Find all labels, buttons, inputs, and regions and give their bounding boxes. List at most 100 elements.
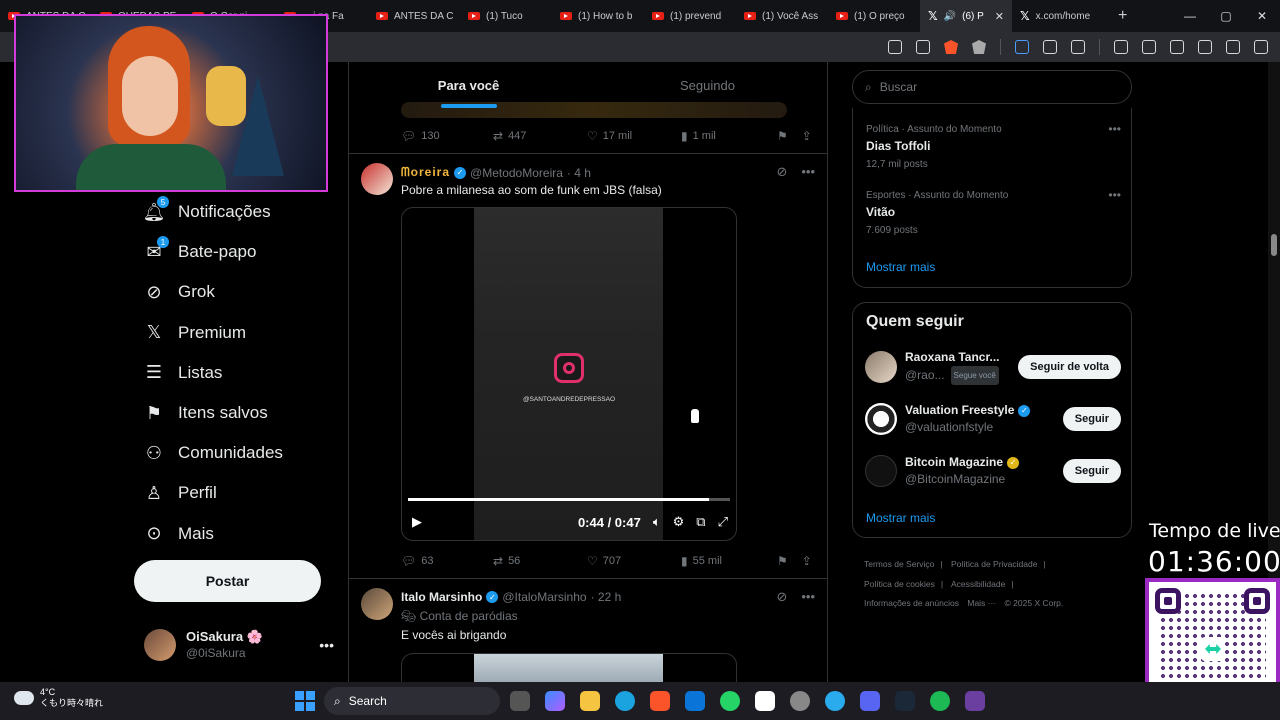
- play-icon[interactable]: ▶: [412, 514, 422, 530]
- show-more-trends-link[interactable]: Mostrar mais: [866, 260, 935, 274]
- tab-for-you[interactable]: Para você: [349, 62, 588, 108]
- views-button[interactable]: ▮ 55 mil: [681, 554, 777, 568]
- browser-tab[interactable]: (1) Você Ass: [736, 0, 828, 32]
- scrollbar-thumb[interactable]: [1271, 234, 1277, 256]
- browser-tab-active[interactable]: 𝕏 🔊 (6) P ✕: [920, 0, 1012, 32]
- tweet-time[interactable]: · 4 h: [567, 166, 591, 180]
- brave-rewards-icon[interactable]: [972, 40, 986, 54]
- settings-icon[interactable]: ⚙: [673, 514, 685, 530]
- video-player[interactable]: @SANTOANDREDEPRESSAO ▶ 0:44 / 0:47 🔈︎ ⚙ …: [401, 207, 737, 541]
- telegram-icon[interactable]: [825, 691, 845, 711]
- reply-button[interactable]: 💬︎ 63: [401, 554, 493, 568]
- footer-link[interactable]: Informações de anúncios: [864, 598, 959, 608]
- discord-icon[interactable]: [860, 691, 880, 711]
- more-options-icon[interactable]: •••: [1108, 188, 1121, 202]
- footer-link[interactable]: Termos de Serviço: [864, 559, 934, 569]
- account-switcher[interactable]: OiSakura 🌸 @0iSakura •••: [144, 628, 334, 662]
- follow-button[interactable]: Seguir: [1062, 459, 1121, 483]
- browser-tab[interactable]: (1) How to b: [552, 0, 644, 32]
- windows-start-icon[interactable]: [295, 691, 315, 711]
- video-progress-bar[interactable]: [408, 498, 730, 501]
- whatsapp-icon[interactable]: [720, 691, 740, 711]
- tweet-avatar[interactable]: [361, 588, 393, 620]
- grok-icon[interactable]: ⊘: [776, 589, 787, 605]
- nav-item-lists[interactable]: ☰ Listas: [130, 353, 330, 393]
- task-view-icon[interactable]: [510, 691, 530, 711]
- footer-more-link[interactable]: Mais ···: [967, 598, 996, 608]
- nav-item-grok[interactable]: ⊘ Grok: [130, 272, 330, 312]
- retweet-button[interactable]: ⇄ 447: [493, 129, 587, 143]
- vpn-icon[interactable]: [1226, 40, 1240, 54]
- follow-back-button[interactable]: Seguir de volta: [1018, 355, 1121, 379]
- tweet-author-name[interactable]: Italo Marsinho: [401, 590, 482, 604]
- footer-link[interactable]: Política de Privacidade: [951, 559, 1037, 569]
- browser-tab[interactable]: ANTES DA C: [368, 0, 460, 32]
- retweet-button[interactable]: ⇄ 56: [493, 554, 587, 568]
- follow-button[interactable]: Seguir: [1062, 407, 1121, 431]
- copilot-icon[interactable]: [545, 691, 565, 711]
- weather-widget[interactable]: 4°C くもり時々晴れ: [14, 687, 103, 709]
- share-icon[interactable]: ⇪: [802, 129, 812, 143]
- trend-item[interactable]: Esportes · Assunto do Momento Vitão 7.60…: [866, 188, 1121, 236]
- pip-icon[interactable]: ⧉: [696, 514, 705, 530]
- close-window-button[interactable]: ✕: [1244, 9, 1280, 23]
- bookmark-icon[interactable]: ⚑: [777, 129, 788, 143]
- grok-icon[interactable]: ⊘: [776, 164, 787, 180]
- speaker-icon[interactable]: 🔊: [944, 11, 956, 22]
- nav-item-premium[interactable]: 𝕏 Premium: [130, 313, 330, 353]
- edge-icon[interactable]: [615, 691, 635, 711]
- share-icon[interactable]: [916, 40, 930, 54]
- browser-tab[interactable]: (1) Tuco: [460, 0, 552, 32]
- more-options-icon[interactable]: •••: [801, 589, 815, 605]
- spotify-icon[interactable]: [930, 691, 950, 711]
- follow-suggestion[interactable]: Bitcoin Magazine ✓ @BitcoinMagazine Segui…: [865, 453, 1121, 489]
- views-button[interactable]: ▮ 1 mil: [681, 129, 777, 143]
- brave-shields-icon[interactable]: [944, 40, 958, 54]
- wallet-icon[interactable]: [1170, 40, 1184, 54]
- audio-icon[interactable]: [1015, 40, 1029, 54]
- trend-item[interactable]: Política · Assunto do Momento Dias Toffo…: [866, 122, 1121, 170]
- tweet-avatar[interactable]: [361, 163, 393, 195]
- store-icon[interactable]: [685, 691, 705, 711]
- tweet-author-handle[interactable]: @MetodoMoreira: [470, 166, 563, 180]
- footer-link[interactable]: Acessibilidade: [951, 579, 1005, 589]
- sidebar-icon[interactable]: [1142, 40, 1156, 54]
- fullscreen-icon[interactable]: ⤢: [718, 514, 728, 530]
- app-icon[interactable]: [965, 691, 985, 711]
- follow-suggestion[interactable]: Raoxana Tancr... @rao... Segue você Segui…: [865, 349, 1121, 385]
- steam-icon[interactable]: [895, 691, 915, 711]
- file-explorer-icon[interactable]: [580, 691, 600, 711]
- like-button[interactable]: ♡ 707: [587, 554, 681, 568]
- search-input[interactable]: ⌕ Buscar: [852, 70, 1132, 104]
- taskbar-search[interactable]: ⌕ Search: [324, 687, 500, 715]
- capcut-icon[interactable]: [755, 691, 775, 711]
- maximize-button[interactable]: ▢: [1208, 9, 1244, 23]
- new-tab-button[interactable]: +: [1108, 7, 1137, 25]
- tweet-author-name[interactable]: ᗰoreira: [401, 165, 450, 180]
- tweet-author-handle[interactable]: @ItaloMarsinho: [502, 590, 586, 604]
- leo-ai-icon[interactable]: [1198, 40, 1212, 54]
- tweet-time[interactable]: · 22 h: [591, 590, 622, 604]
- show-more-follow-link[interactable]: Mostrar mais: [866, 511, 935, 525]
- extensions-icon[interactable]: [1043, 40, 1057, 54]
- browser-tab[interactable]: (1) prevend: [644, 0, 736, 32]
- menu-icon[interactable]: [1254, 40, 1268, 54]
- bookmark-icon[interactable]: ⚑: [777, 554, 788, 568]
- like-button[interactable]: ♡ 17 mil: [587, 129, 681, 143]
- share-icon[interactable]: ⇪: [802, 554, 812, 568]
- volume-icon[interactable]: 🔈︎: [653, 514, 661, 530]
- obs-icon[interactable]: [790, 691, 810, 711]
- more-options-icon[interactable]: •••: [801, 164, 815, 180]
- minimize-button[interactable]: —: [1172, 9, 1208, 23]
- browser-tab[interactable]: (1) O preço: [828, 0, 920, 32]
- reply-button[interactable]: 💬︎ 130: [401, 129, 493, 143]
- cast-icon[interactable]: [888, 40, 902, 54]
- footer-link[interactable]: Política de cookies: [864, 579, 935, 589]
- tab-following[interactable]: Seguindo: [588, 62, 827, 108]
- nav-item-more[interactable]: ⊙ Mais: [130, 514, 330, 554]
- screenshot-icon[interactable]: [1071, 40, 1085, 54]
- nav-item-notifications[interactable]: 🔔︎ 5 Notificações: [130, 192, 330, 232]
- brave-icon[interactable]: [650, 691, 670, 711]
- nav-item-communities[interactable]: ⚇ Comunidades: [130, 433, 330, 473]
- nav-item-chat[interactable]: ✉︎ 1 Bate-papo: [130, 232, 330, 272]
